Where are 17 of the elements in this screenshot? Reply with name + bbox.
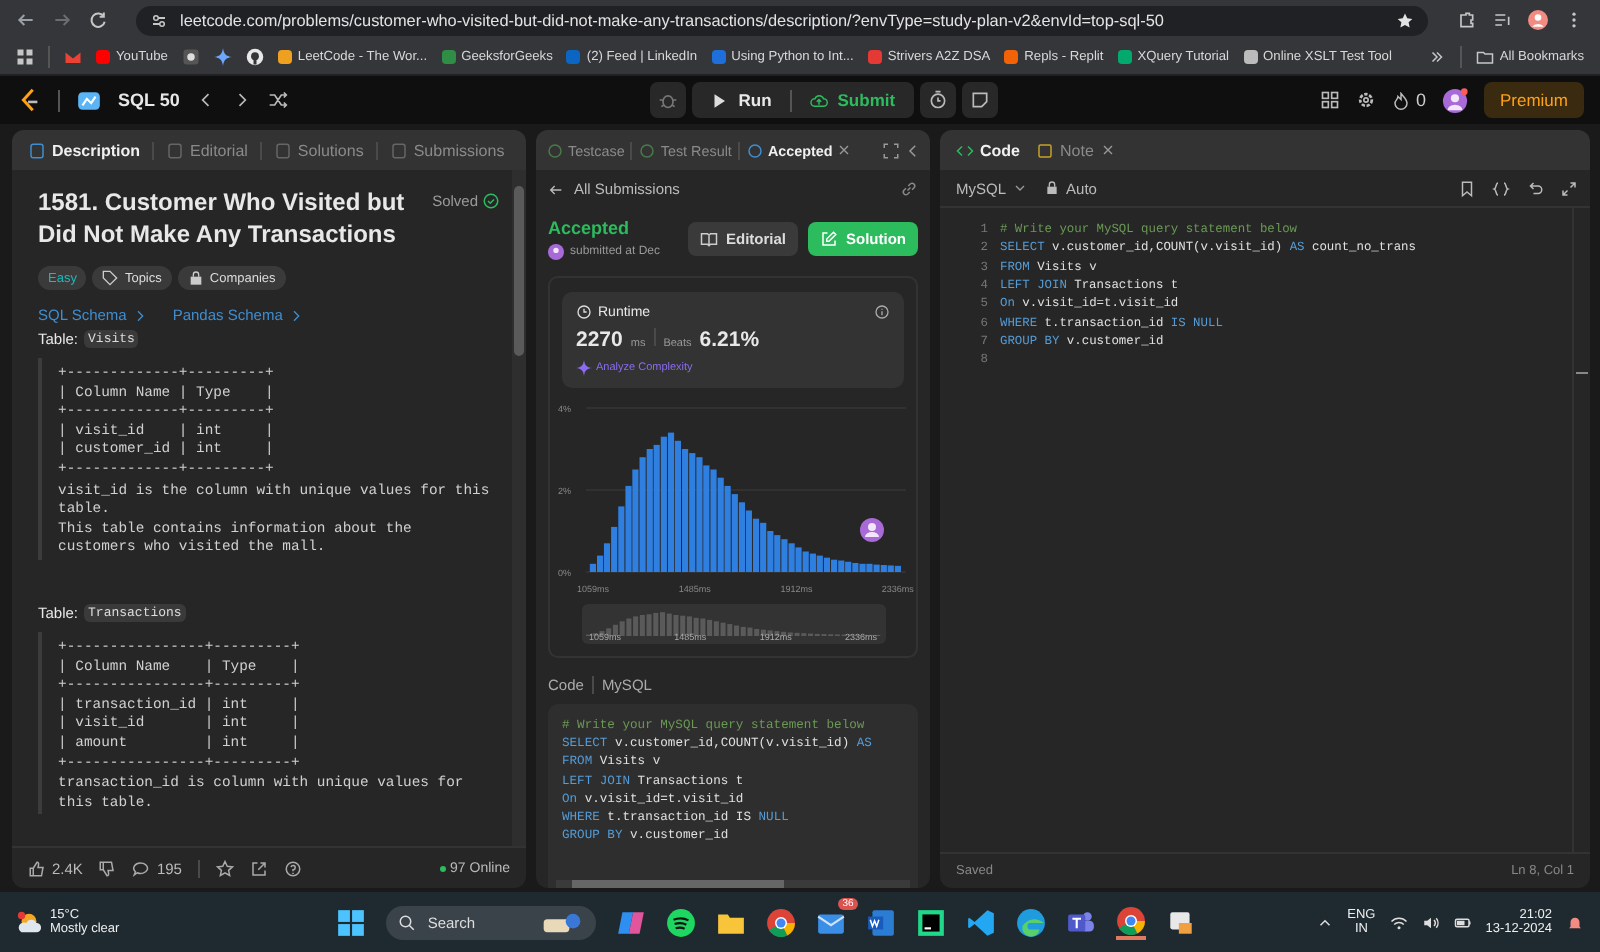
panel-tab[interactable]: Submissions [385, 141, 509, 159]
panel-tab[interactable]: Description [24, 141, 145, 159]
beats-value: 6.21% [699, 328, 760, 352]
run-button[interactable]: Run [692, 82, 790, 118]
study-plan-title[interactable]: SQL 50 [118, 90, 180, 110]
problem-title: 1581. Customer Who Visited but Did Not Make Any Transactions [38, 186, 407, 250]
runtime-value: 2270 [576, 328, 623, 352]
address-bar[interactable]: leetcode.com/problems/customer-who-visited-but-did-not-make-any-transactions/description/?envType=study-plan-v2&envId=top-sql-50 [136, 5, 1428, 35]
premium-button[interactable]: Premium [1483, 82, 1584, 118]
panel-tab[interactable]: Code [952, 141, 1024, 159]
verdict-label: Accepted [548, 218, 632, 238]
submit-button[interactable]: Submit [791, 82, 914, 118]
streak-counter[interactable]: 0 [1391, 90, 1426, 110]
url-text: leetcode.com/problems/customer-who-visited-but-did-not-make-any-transactions/description/?envType=study-plan-v2&envId=top-sql-50 [180, 11, 1166, 29]
panel-tab[interactable]: Editorial [162, 141, 252, 159]
panel-tab[interactable]: Note [1032, 141, 1120, 159]
panel-tab[interactable]: Solutions [269, 141, 368, 159]
